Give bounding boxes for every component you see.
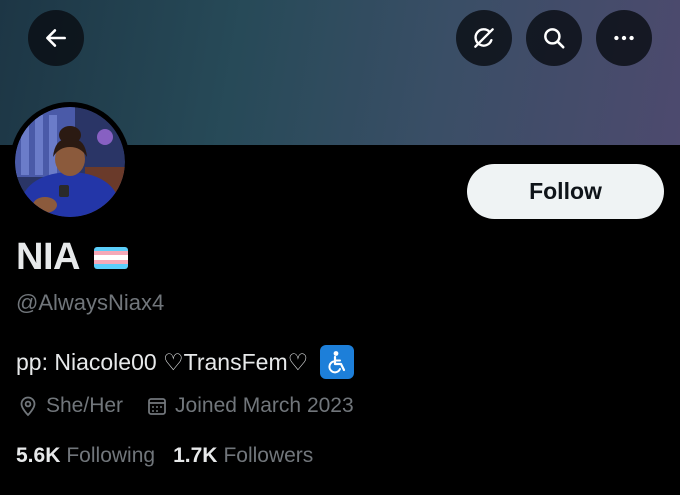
joined-item: Joined March 2023	[147, 394, 354, 418]
bio: pp: Niacole00 ♡TransFem♡	[16, 345, 355, 379]
following-link[interactable]: 5.6K Following	[16, 444, 155, 468]
followers-count: 1.7K	[173, 444, 218, 467]
followers-label: Followers	[223, 444, 314, 467]
pronouns-item: She/Her	[18, 394, 123, 418]
handle: @AlwaysNiax4	[16, 290, 165, 315]
grok-icon	[474, 28, 494, 48]
joined-text: Joined March 2023	[175, 394, 354, 417]
grok-button[interactable]	[456, 10, 512, 66]
follow-button[interactable]: Follow	[467, 164, 664, 219]
calendar-icon	[148, 398, 166, 415]
transgender-flag-icon	[93, 246, 128, 269]
bio-text: pp: Niacole00 ♡TransFem♡	[16, 348, 309, 375]
avatar-image	[15, 107, 125, 217]
search-icon	[544, 28, 565, 49]
following-count: 5.6K	[16, 444, 61, 467]
follow-stats: 5.6K Following 1.7K Followers	[16, 444, 313, 468]
search-button[interactable]	[526, 10, 582, 66]
back-button[interactable]	[28, 10, 84, 66]
name-row: NIA	[16, 236, 128, 279]
more-horizontal-icon	[614, 35, 634, 41]
profile-meta: She/Her Joined March 2023	[18, 394, 354, 418]
arrow-left-icon	[46, 29, 66, 47]
wheelchair-symbol-icon	[320, 345, 355, 379]
avatar[interactable]	[10, 102, 130, 222]
followers-link[interactable]: 1.7K Followers	[173, 444, 313, 468]
pronouns-text: She/Her	[46, 394, 124, 417]
following-label: Following	[66, 444, 156, 467]
display-name: NIA	[16, 236, 80, 278]
location-pin-icon	[20, 396, 36, 417]
flag-stripe	[93, 264, 128, 269]
more-options-button[interactable]	[596, 10, 652, 66]
